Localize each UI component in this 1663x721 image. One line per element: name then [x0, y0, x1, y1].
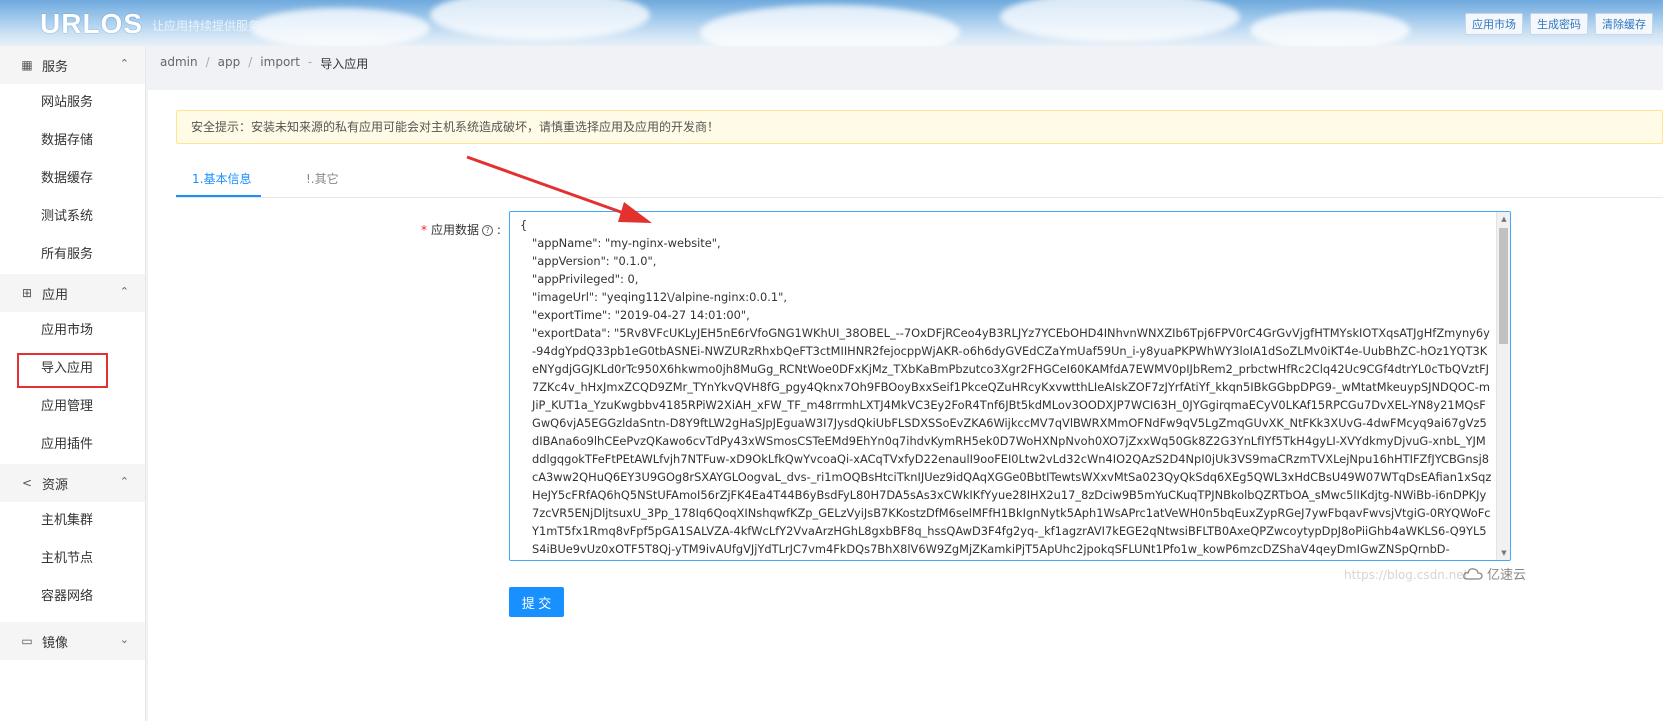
sidebar-item-import-app[interactable]: 导入应用: [0, 350, 145, 388]
json-line: "appVersion": "0.1.0",: [532, 254, 657, 268]
sidebar-group-images[interactable]: ▭ 镜像 ⌄: [0, 622, 145, 660]
sidebar: ▦ 服务 ⌃ 网站服务 数据存储 数据缓存 测试系统 所有服务 ⊞ 应用 ⌃ 应…: [0, 46, 146, 721]
breadcrumb-import[interactable]: import: [260, 55, 300, 72]
textarea-scrollbar[interactable]: ▲ ▼: [1496, 212, 1510, 560]
breadcrumb-current: 导入应用: [320, 57, 369, 71]
sidebar-item-data-storage[interactable]: 数据存储: [0, 122, 145, 160]
sidebar-item-website-services[interactable]: 网站服务: [0, 84, 145, 122]
apps-icon: ⊞: [21, 286, 33, 300]
json-line: {: [520, 218, 528, 232]
sidebar-group-label: 应用: [42, 287, 69, 303]
sidebar-item-host-cluster[interactable]: 主机集群: [0, 502, 145, 540]
share-icon: <: [21, 476, 33, 490]
app-data-textarea[interactable]: { "appName": "my-nginx-website", "appVer…: [509, 211, 1511, 561]
tab-other[interactable]: !.其它: [306, 170, 339, 187]
scroll-down-icon[interactable]: ▼: [1499, 547, 1509, 559]
scroll-up-icon[interactable]: ▲: [1499, 213, 1509, 225]
clear-cache-button[interactable]: 清除缓存: [1595, 13, 1653, 35]
sidebar-item-container-network[interactable]: 容器网络: [0, 578, 145, 616]
sidebar-group-apps[interactable]: ⊞ 应用 ⌃: [0, 274, 145, 312]
json-line: "appPrivileged": 0,: [532, 272, 639, 286]
sidebar-group-services[interactable]: ▦ 服务 ⌃: [0, 46, 145, 84]
grid-icon: ▦: [21, 58, 33, 72]
json-line: "imageUrl": "yeqing112\/alpine-nginx:0.0…: [532, 290, 787, 304]
chevron-down-icon: ⌄: [119, 633, 129, 646]
header-slogan: 让应用持续提供服务: [152, 19, 261, 33]
chevron-up-icon: ⌃: [119, 57, 129, 70]
sidebar-item-app-management[interactable]: 应用管理: [0, 388, 145, 426]
top-header: URLOS 让应用持续提供服务 应用市场 生成密码 清除缓存: [0, 0, 1663, 46]
sidebar-item-all-services[interactable]: 所有服务: [0, 236, 145, 274]
disk-icon: ▭: [21, 634, 33, 648]
submit-button[interactable]: 提 交: [509, 587, 564, 617]
sidebar-group-resources[interactable]: < 资源 ⌃: [0, 464, 145, 502]
brand-watermark: 亿速云: [1463, 564, 1526, 583]
sidebar-group-label: 镜像: [42, 635, 69, 651]
json-line: "exportTime": "2019-04-27 14:01:00",: [532, 308, 750, 322]
json-line: "appName": "my-nginx-website",: [532, 236, 721, 250]
app-data-label: * 应用数据? :: [421, 223, 501, 237]
red-highlight-box: [17, 353, 108, 388]
tab-basic-info[interactable]: 1.基本信息: [192, 170, 251, 187]
form-tabs: 1.基本信息 !.其它: [176, 158, 1663, 198]
breadcrumb: admin / app / import - 导入应用: [160, 55, 369, 72]
scroll-thumb[interactable]: [1499, 228, 1508, 344]
app-market-header-button[interactable]: 应用市场: [1465, 13, 1523, 35]
generate-password-button[interactable]: 生成密码: [1530, 13, 1588, 35]
sidebar-item-host-node[interactable]: 主机节点: [0, 540, 145, 578]
sidebar-group-label: 服务: [42, 59, 69, 75]
export-data-line: "exportData": "5Rv8VFcUKLyJEH5nE6rVfoGNG…: [532, 326, 1492, 556]
sidebar-item-app-market[interactable]: 应用市场: [0, 312, 145, 350]
url-watermark: https://blog.csdn.net: [1344, 568, 1469, 582]
sidebar-item-data-cache[interactable]: 数据缓存: [0, 160, 145, 198]
main-content: 安全提示：安装未知来源的私有应用可能会对主机系统造成破坏，请慎重选择应用及应用的…: [148, 90, 1663, 721]
chevron-up-icon: ⌃: [119, 285, 129, 298]
tab-active-indicator: [176, 195, 261, 197]
sidebar-item-test-system[interactable]: 测试系统: [0, 198, 145, 236]
help-icon[interactable]: ?: [482, 225, 494, 236]
urlos-logo[interactable]: URLOS: [40, 8, 143, 40]
security-alert: 安全提示：安装未知来源的私有应用可能会对主机系统造成破坏，请慎重选择应用及应用的…: [176, 110, 1663, 144]
sidebar-group-label: 资源: [42, 477, 69, 493]
sidebar-item-app-plugins[interactable]: 应用插件: [0, 426, 145, 464]
breadcrumb-admin[interactable]: admin: [160, 55, 198, 72]
chevron-up-icon: ⌃: [119, 475, 129, 488]
cloud-logo-icon: [1463, 567, 1483, 580]
breadcrumb-app[interactable]: app: [218, 55, 241, 72]
